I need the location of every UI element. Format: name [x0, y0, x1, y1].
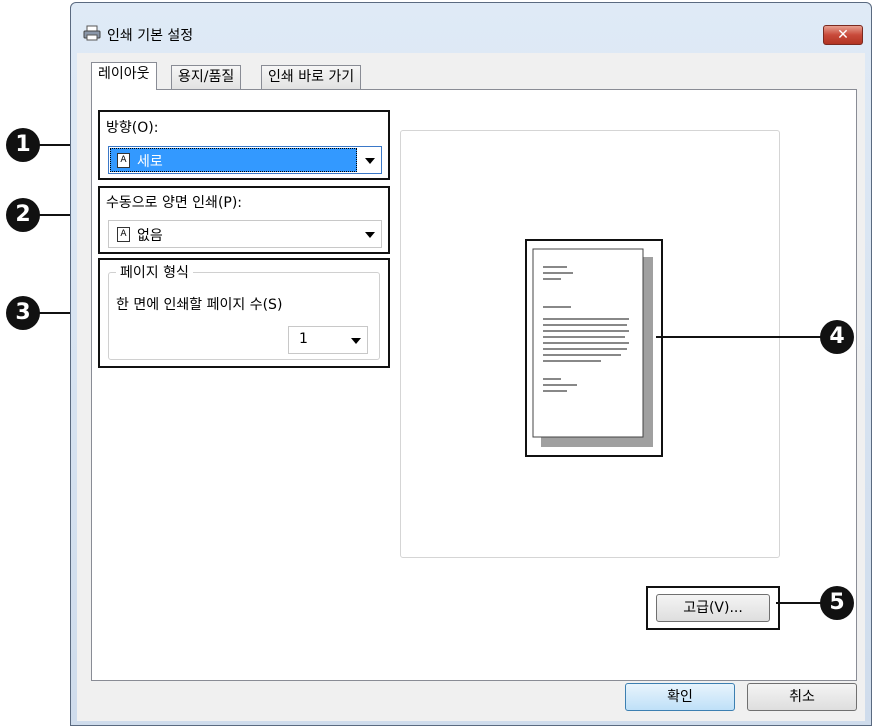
page-icon: A	[117, 227, 130, 242]
pages-per-side-select[interactable]: 1	[288, 326, 368, 354]
orientation-group: 방향(O): A 세로	[98, 110, 390, 180]
duplex-group: 수동으로 양면 인쇄(P): A 없음	[98, 186, 390, 254]
title-bar: 인쇄 기본 설정 ✕	[71, 3, 871, 53]
callout-marker-4: 4	[820, 320, 854, 354]
chevron-down-icon	[365, 158, 375, 164]
callout-marker-1: 1	[6, 128, 40, 162]
tab-print-shortcuts[interactable]: 인쇄 바로 가기	[261, 65, 362, 89]
chevron-down-icon	[351, 338, 361, 344]
layout-tab-panel: 방향(O): A 세로 수동으로 양면 인쇄(P): A 없음 페이지 형식 한…	[91, 89, 857, 681]
page-preview-image	[532, 248, 653, 447]
orientation-label: 방향(O):	[106, 120, 159, 136]
duplex-label: 수동으로 양면 인쇄(P):	[106, 195, 243, 211]
pages-per-side-value: 1	[299, 331, 308, 347]
cancel-button[interactable]: 취소	[747, 683, 857, 711]
callout-marker-5: 5	[820, 586, 854, 620]
close-button[interactable]: ✕	[823, 25, 863, 45]
tab-layout[interactable]: 레이아웃	[91, 62, 157, 90]
dialog-client-area: 레이아웃 용지/품질 인쇄 바로 가기 방향(O): A 세로 수동으로 양면 …	[77, 53, 865, 721]
callout-marker-2: 2	[6, 198, 40, 232]
callout-marker-3: 3	[6, 296, 40, 330]
ok-button[interactable]: 확인	[625, 683, 735, 711]
page-format-legend: 페이지 형식	[116, 262, 193, 282]
page-format-group: 페이지 형식 한 면에 인쇄할 페이지 수(S) 1	[98, 258, 390, 368]
pages-per-side-label: 한 면에 인쇄할 페이지 수(S)	[116, 297, 283, 313]
callout-line-4	[656, 336, 822, 338]
window-title: 인쇄 기본 설정	[107, 28, 194, 44]
callout-line-5	[776, 602, 822, 604]
duplex-value: 없음	[137, 228, 163, 244]
orientation-value: 세로	[137, 154, 163, 170]
printer-icon	[83, 25, 101, 41]
duplex-select[interactable]: A 없음	[108, 220, 382, 248]
chevron-down-icon	[365, 232, 375, 238]
portrait-page-icon: A	[117, 153, 130, 168]
page-preview-area	[400, 130, 780, 558]
print-preferences-window: 인쇄 기본 설정 ✕ 레이아웃 용지/품질 인쇄 바로 가기 방향(O): A …	[70, 2, 872, 726]
tab-paper-quality[interactable]: 용지/품질	[171, 65, 242, 89]
orientation-select[interactable]: A 세로	[108, 146, 382, 174]
advanced-button[interactable]: 고급(V)...	[656, 594, 770, 622]
